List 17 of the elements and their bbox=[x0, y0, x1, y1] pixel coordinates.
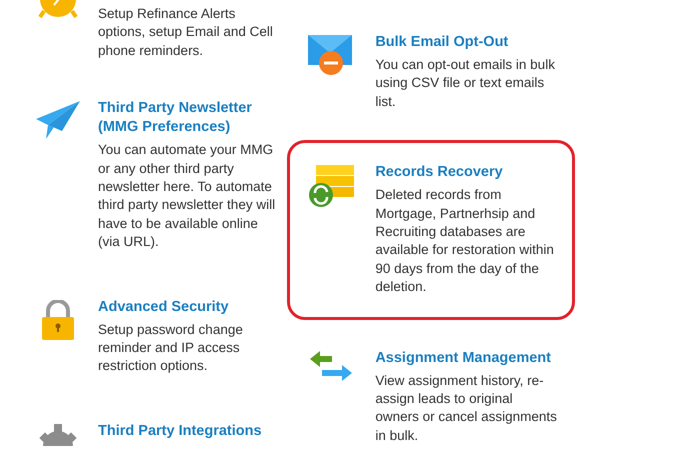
feature-title-link[interactable]: Records Recovery bbox=[375, 163, 557, 182]
feature-description: Setup Refinance Alerts options, setup Email and Cell phone reminders. bbox=[98, 5, 274, 60]
gear-icon bbox=[38, 424, 78, 446]
feature-title-link[interactable]: Bulk Email Opt-Out bbox=[375, 33, 557, 52]
feature-title-link[interactable]: Third Party Integrations bbox=[98, 422, 282, 441]
feature-title-link[interactable]: Third Party Newsletter (MMG Preferences) bbox=[98, 99, 282, 138]
feature-title-link[interactable]: Assignment Management bbox=[375, 348, 557, 368]
feature-description: Deleted records from Mortgage, Partnerhsip and Recruiting databases are available for restoration within 90 days from the day of the deletion. bbox=[375, 186, 555, 296]
paper-plane-icon bbox=[36, 101, 80, 140]
feature-description: Setup password change reminder and IP access restriction options. bbox=[98, 320, 244, 376]
padlock-icon bbox=[41, 300, 75, 340]
feature-description: You can opt-out emails in bulk using CSV file or text emails list. bbox=[375, 56, 556, 111]
feature-description: You can automate your MMG or any other third party newsletter here. To automate third party newsletter they will have to be available online (via URL). bbox=[98, 141, 276, 252]
envelope-minus-icon bbox=[308, 35, 354, 75]
feature-description: View assignment history, re-assign leads to original owners or cancel assignments in bulk. bbox=[375, 372, 557, 445]
feature-title-link[interactable]: Advanced Security bbox=[98, 298, 282, 317]
database-refresh-icon bbox=[308, 165, 354, 210]
